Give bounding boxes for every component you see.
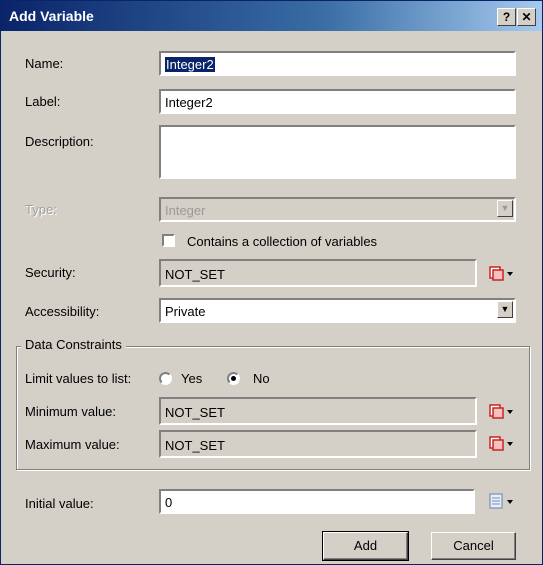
name-input[interactable]: Integer2	[159, 51, 516, 76]
maximum-value-field: NOT_SET	[159, 430, 477, 458]
add-variable-dialog: Add Variable ? ✕ Name: Integer2 Label: I…	[0, 0, 543, 565]
type-dropdown-arrow: ▼	[497, 200, 513, 217]
type-select: Integer	[159, 197, 516, 222]
cancel-button[interactable]: Cancel	[431, 532, 516, 560]
limit-yes-label: Yes	[181, 371, 203, 386]
name-label: Name:	[25, 56, 64, 71]
minimum-edit-icon[interactable]	[487, 402, 515, 420]
label-label: Label:	[25, 94, 61, 109]
title-bar: Add Variable ? ✕	[1, 1, 542, 31]
initial-value-input[interactable]: 0	[159, 489, 475, 514]
description-label: Description:	[25, 134, 94, 149]
radio-selected-dot	[231, 376, 236, 381]
data-constraints-title: Data Constraints	[21, 337, 126, 352]
limit-no-radio[interactable]	[227, 372, 240, 385]
document-icon[interactable]	[487, 492, 515, 510]
accessibility-select[interactable]: Private	[159, 298, 516, 323]
maximum-value-label: Maximum value:	[25, 437, 120, 452]
limit-values-label: Limit values to list:	[25, 371, 132, 386]
minimum-value-field: NOT_SET	[159, 397, 477, 425]
maximum-edit-icon[interactable]	[487, 434, 515, 452]
security-edit-icon[interactable]	[487, 264, 515, 282]
collection-checkbox[interactable]	[162, 234, 175, 247]
close-button[interactable]: ✕	[517, 8, 536, 26]
limit-yes-radio[interactable]	[159, 372, 172, 385]
accessibility-label: Accessibility:	[25, 304, 100, 319]
window-title: Add Variable	[9, 8, 94, 24]
accessibility-dropdown-arrow[interactable]: ▼	[497, 301, 513, 318]
security-label: Security:	[25, 265, 76, 280]
type-label: Type:	[25, 202, 57, 217]
add-button[interactable]: Add	[322, 531, 409, 561]
label-input[interactable]: Integer2	[159, 89, 516, 114]
limit-no-label: No	[253, 371, 270, 386]
security-field: NOT_SET	[159, 259, 477, 287]
initial-value-label: Initial value:	[25, 496, 94, 511]
description-input[interactable]	[159, 125, 516, 179]
name-value: Integer2	[165, 57, 215, 72]
help-button[interactable]: ?	[497, 8, 516, 26]
minimum-value-label: Minimum value:	[25, 404, 117, 419]
collection-checkbox-label: Contains a collection of variables	[187, 234, 378, 249]
